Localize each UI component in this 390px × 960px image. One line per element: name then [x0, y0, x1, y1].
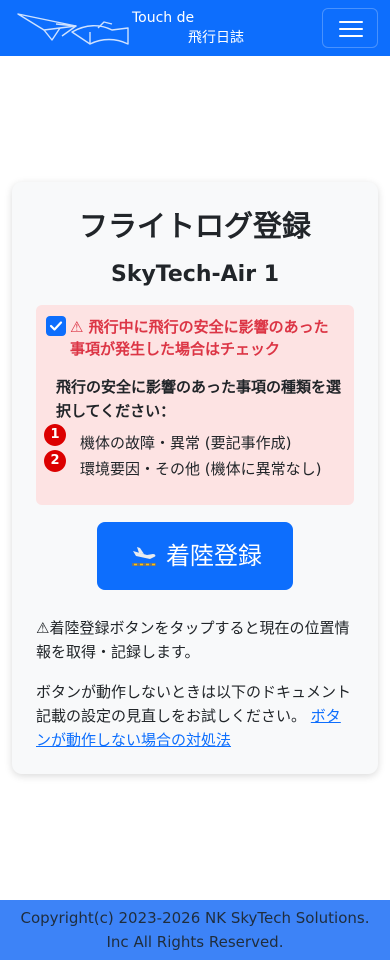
brand-title-line1[interactable]: Touch de [132, 10, 194, 26]
copyright-line2: Inc All Rights Reserved. [106, 933, 284, 951]
page-title: フライトログ登録 [78, 209, 311, 243]
option-badge-1: 1 [44, 424, 66, 446]
incident-type-prompt: 飛行の安全に影響のあった事項の種類を選択してください： [56, 378, 342, 420]
airplane-landing-icon [130, 542, 158, 570]
incident-option-environment[interactable]: 環境要因・その他 (機体に異常なし) [80, 458, 321, 480]
landing-register-label[interactable]: 着陸登録 [166, 540, 262, 572]
incident-checkbox[interactable] [46, 316, 66, 336]
hamburger-menu-icon [339, 21, 363, 23]
checkmark-icon [49, 321, 63, 331]
copyright-text: Copyright(c) 2023-2026 NK SkyTech Soluti… [0, 906, 390, 954]
paper-plane-book-icon[interactable] [16, 10, 132, 48]
aircraft-name: SkyTech-Air 1 [110, 262, 280, 287]
troubleshoot-note: ボタンが動作しないときは以下のドキュメント記載の設定の見直しをお試しください。 … [36, 680, 354, 752]
option-badge-2: 2 [44, 450, 66, 472]
menu-toggle-button[interactable] [322, 8, 378, 48]
troubleshoot-text: ボタンが動作しないときは以下のドキュメント記載の設定の見直しをお試しください。 [36, 683, 352, 725]
brand-title-line2[interactable]: 飛行日誌 [188, 30, 244, 46]
location-note: ⚠着陸登録ボタンをタップすると現在の位置情報を取得・記録します。 [36, 619, 350, 661]
incident-checkbox-label[interactable]: ⚠ 飛行中に飛行の安全に影響のあった事項が発生した場合はチェック [70, 316, 340, 360]
copyright-line1: Copyright(c) 2023-2026 NK SkyTech Soluti… [20, 909, 370, 927]
incident-option-machine-fault[interactable]: 機体の故障・異常 (要記事作成) [80, 432, 291, 454]
